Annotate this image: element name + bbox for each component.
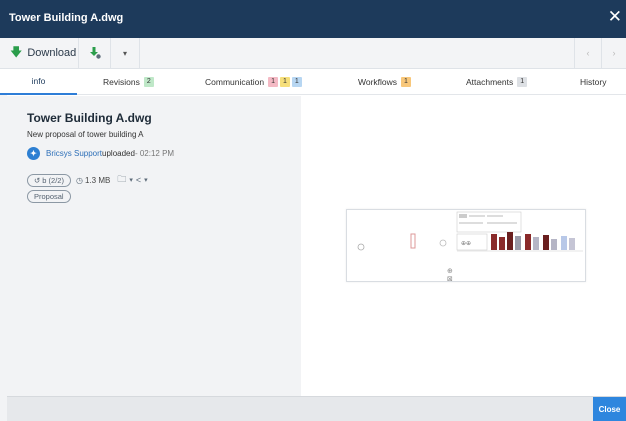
upload-time: - 02:12 PM xyxy=(134,148,175,158)
folder-icon[interactable]: 🗀 xyxy=(117,172,126,188)
close-button[interactable]: Close xyxy=(593,397,626,421)
download-button[interactable]: 🡇 Download xyxy=(0,38,79,68)
workflows-count-badge: 1 xyxy=(401,77,411,87)
tab-workflows-label: Workflows xyxy=(358,77,398,87)
svg-text:⊕⊕: ⊕⊕ xyxy=(461,240,471,247)
bricsys-avatar-icon: ✦ xyxy=(27,146,40,160)
revision-pill[interactable]: ↺ b (2/2) xyxy=(27,173,71,187)
toolbar: 🡇 Download ▾ ‹ › xyxy=(0,38,626,69)
uploader-link[interactable]: Bricsys Support xyxy=(46,149,102,158)
tab-revisions[interactable]: Revisions 2 xyxy=(103,69,154,95)
tab-history[interactable]: History xyxy=(580,69,606,95)
tab-communication[interactable]: Communication 1 1 1 xyxy=(205,69,302,95)
communication-badge-yellow: 1 xyxy=(279,77,290,87)
share-dropdown-icon[interactable]: ▾ xyxy=(144,176,148,184)
uploader-action: uploaded xyxy=(102,148,135,158)
uploader-row: ✦ Bricsys Support uploaded - 02:12 PM xyxy=(27,146,174,160)
tab-revisions-label: Revisions xyxy=(103,77,140,87)
info-panel: Tower Building A.dwg New proposal of tow… xyxy=(7,96,301,396)
tab-communication-label: Communication xyxy=(205,77,265,87)
file-name-heading: Tower Building A.dwg xyxy=(27,111,152,125)
window-titlebar: Tower Building A.dwg ✕ xyxy=(0,0,626,38)
status-pill[interactable]: Proposal xyxy=(27,190,71,203)
tab-attachments[interactable]: Attachments 1 xyxy=(466,69,528,95)
tab-workflows[interactable]: Workflows 1 xyxy=(358,69,411,95)
dialog-footer: Close xyxy=(7,396,626,421)
revisions-count-badge: 2 xyxy=(143,77,154,87)
file-size-clock-icon: ◷ xyxy=(75,175,83,185)
download-arrow-icon: 🡇 xyxy=(10,44,23,59)
next-file-button[interactable]: › xyxy=(602,38,626,68)
communication-badge-blue: 1 xyxy=(291,77,302,87)
tab-info-label: info xyxy=(31,76,46,86)
folder-dropdown-icon[interactable]: ▾ xyxy=(129,176,133,184)
left-gutter xyxy=(0,95,7,421)
tab-info[interactable]: info xyxy=(0,69,77,95)
svg-text:⊠: ⊠ xyxy=(447,275,453,283)
tab-history-label: History xyxy=(580,77,607,87)
attachments-count-badge: 1 xyxy=(517,77,528,87)
svg-text:⊕: ⊕ xyxy=(447,267,453,275)
revision-pill-label: b (2/2) xyxy=(42,175,64,185)
sync-download-button[interactable] xyxy=(79,38,111,68)
drawing-preview-thumbnail[interactable]: ⊕⊕ ⊕ ⊠ xyxy=(346,209,586,283)
tab-attachments-label: Attachments xyxy=(466,77,514,87)
more-options-button[interactable]: ▾ xyxy=(111,38,140,68)
file-size: 1.3 MB xyxy=(84,175,111,185)
file-description: New proposal of tower building A xyxy=(27,130,144,139)
window-title: Tower Building A.dwg xyxy=(9,12,124,24)
share-icon[interactable]: < xyxy=(136,175,141,185)
history-clock-icon: ↺ xyxy=(34,175,41,185)
download-label: Download xyxy=(27,47,77,59)
sync-download-icon xyxy=(89,47,101,59)
window-close-icon[interactable]: ✕ xyxy=(608,8,622,25)
file-meta-row: ↺ b (2/2) ◷ 1.3 MB 🗀 ▾ < ▾ xyxy=(27,173,148,187)
drawing-preview-image: ⊕⊕ ⊕ ⊠ xyxy=(357,211,583,283)
communication-badge-red: 1 xyxy=(268,77,278,87)
tab-bar: info Revisions 2 Communication 1 1 1 Wor… xyxy=(0,69,626,95)
previous-file-button[interactable]: ‹ xyxy=(574,38,602,68)
